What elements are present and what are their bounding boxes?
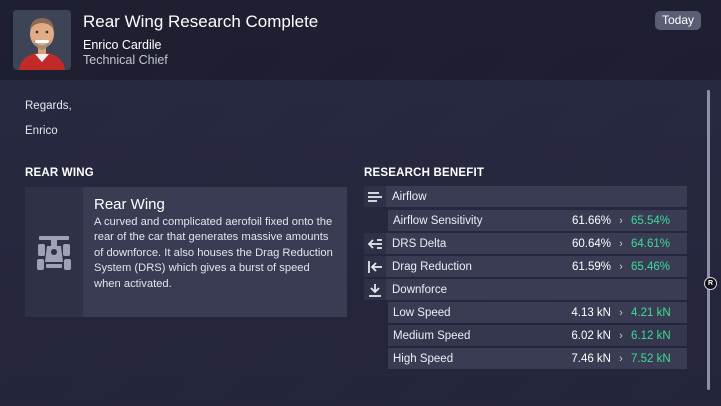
stat-row-medium-speed: Medium Speed 6.02 kN › 6.12 kN — [388, 325, 687, 346]
category-label: DRS Delta — [392, 237, 447, 250]
category-airflow: Airflow — [364, 186, 687, 207]
stat-old-value: 4.13 kN — [571, 306, 611, 319]
category-label: Drag Reduction — [392, 260, 472, 273]
category-downforce: Downforce — [364, 279, 687, 300]
stat-label: Medium Speed — [393, 329, 471, 342]
stat-label: High Speed — [393, 352, 454, 365]
category-label: Airflow — [392, 190, 427, 203]
stat-old-value: 7.46 kN — [571, 352, 611, 365]
greeting-text: Regards, — [25, 100, 72, 112]
downforce-icon — [364, 279, 386, 300]
stat-row-high-speed: High Speed 7.46 kN › 7.52 kN — [388, 348, 687, 369]
drag-reduction-icon — [364, 256, 386, 277]
avatar — [13, 10, 71, 70]
car-icon — [37, 236, 71, 270]
chevron-right-icon: › — [619, 260, 623, 273]
signoff-text: Enrico — [25, 125, 58, 137]
message-title: Rear Wing Research Complete — [83, 12, 319, 31]
stat-label: Airflow Sensitivity — [393, 214, 483, 227]
stat-row-airflow-sensitivity: Airflow Sensitivity 61.66% › 65.54% — [388, 210, 687, 231]
stat-new-value: 65.54% — [631, 214, 671, 227]
category-drag-reduction: Drag Reduction 61.59% › 65.46% — [364, 256, 687, 277]
r-button-prompt[interactable]: R — [704, 277, 717, 290]
stat-row-low-speed: Low Speed 4.13 kN › 4.21 kN — [388, 302, 687, 323]
stat-label: Low Speed — [393, 306, 451, 319]
sender-name: Enrico Cardile — [83, 38, 162, 52]
stat-old-value: 60.64% — [571, 237, 611, 250]
chevron-right-icon: › — [619, 306, 623, 319]
date-badge: Today — [655, 11, 701, 30]
stat-old-value: 61.66% — [571, 214, 611, 227]
person-portrait-icon — [13, 10, 71, 70]
scrollbar[interactable] — [707, 90, 710, 390]
part-section-title: REAR WING — [25, 167, 94, 179]
part-icon-box — [25, 187, 83, 317]
stat-new-value: 6.12 kN — [631, 329, 671, 342]
chevron-right-icon: › — [619, 352, 623, 365]
stat-new-value: 7.52 kN — [631, 352, 671, 365]
stat-old-value: 6.02 kN — [571, 329, 611, 342]
category-drs-delta: DRS Delta 60.64% › 64.61% — [364, 233, 687, 254]
chevron-right-icon: › — [619, 214, 623, 227]
chevron-right-icon: › — [619, 237, 623, 250]
sender-role: Technical Chief — [83, 53, 168, 67]
part-name: Rear Wing — [94, 196, 165, 213]
category-label: Downforce — [392, 283, 447, 296]
drs-arrow-icon — [364, 233, 386, 254]
part-card: Rear Wing A curved and complicated aerof… — [25, 187, 347, 317]
message-header: Rear Wing Research Complete Enrico Cardi… — [0, 0, 721, 80]
stat-new-value: 64.61% — [631, 237, 671, 250]
airflow-icon — [364, 186, 386, 207]
stat-new-value: 65.46% — [631, 260, 671, 273]
stat-new-value: 4.21 kN — [631, 306, 671, 319]
stat-old-value: 61.59% — [571, 260, 611, 273]
part-description: A curved and complicated aerofoil fixed … — [94, 216, 333, 290]
benefit-section-title: RESEARCH BENEFIT — [364, 167, 485, 179]
scrollbar-thumb[interactable] — [707, 90, 710, 390]
chevron-right-icon: › — [619, 329, 623, 342]
